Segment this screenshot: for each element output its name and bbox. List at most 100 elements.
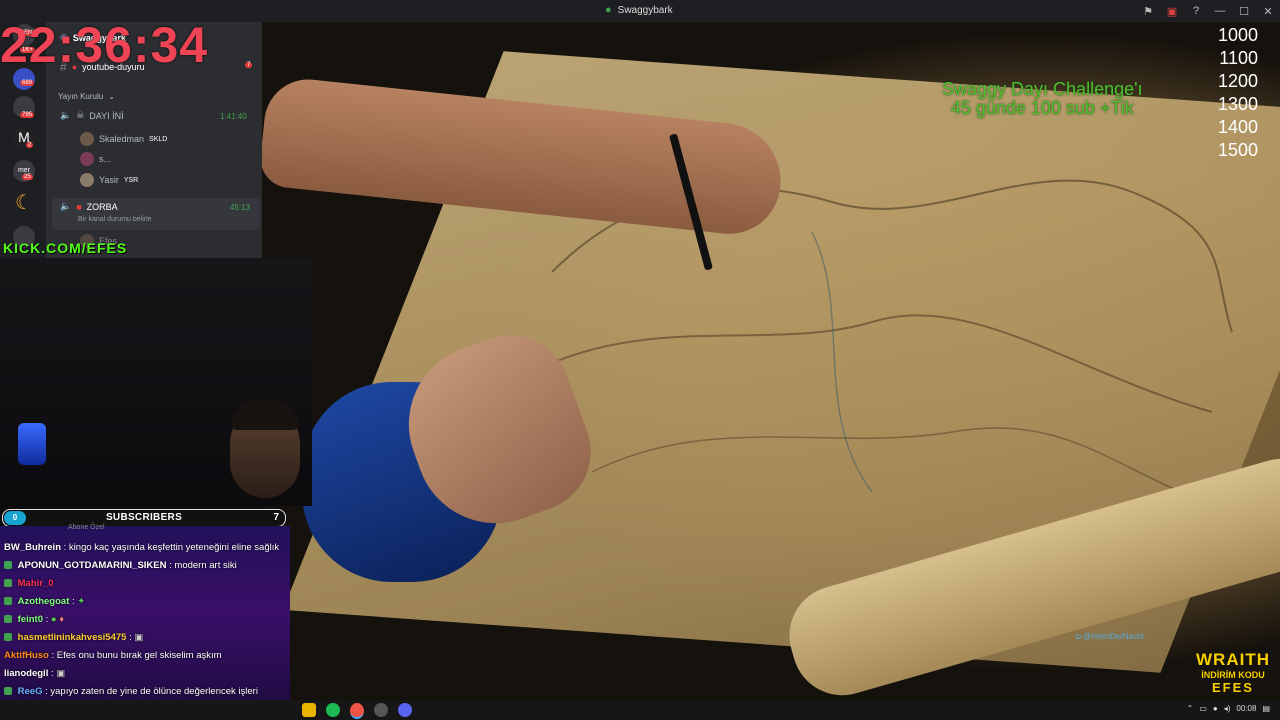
- goal-item: 1400: [1217, 117, 1258, 137]
- subscribers-goal: 7: [273, 512, 279, 523]
- chat-username: lianodegil: [4, 668, 49, 679]
- voice-member[interactable]: Yasir YSR: [80, 173, 138, 187]
- goal-item: 1000: [1217, 25, 1258, 45]
- voice-member[interactable]: Skaledman SKLD: [80, 132, 167, 146]
- emote-icon: ●: [50, 614, 57, 625]
- chat-text: :: [72, 596, 75, 607]
- chat-message: Azothegoat : ✦: [4, 596, 85, 607]
- voice-channel[interactable]: 🔈 ☠ DAYI İNİ: [60, 110, 124, 121]
- chat-username: AktifHuso: [4, 650, 49, 661]
- credit-text: HelmDerNacht: [1091, 632, 1144, 641]
- discord-icon[interactable]: [398, 703, 412, 717]
- guild-badge: 689: [20, 80, 35, 86]
- window-title: ● Swaggybark: [605, 4, 673, 16]
- chat-message: APONUN_GOTDAMARINI_SIKEN : modern art si…: [4, 560, 237, 571]
- voice-channel-name: DAYI İNİ: [89, 110, 124, 121]
- blue-light: [18, 423, 46, 465]
- chat-text: : yapıyo zaten de yine de ölünce değerle…: [45, 686, 258, 697]
- chat-username: Mahir_0: [17, 578, 54, 589]
- chat-message: hasmetlininkahvesi5475 : ▣: [4, 632, 143, 643]
- member-name: Yasir: [99, 175, 119, 185]
- sword-badge-icon: [4, 561, 12, 570]
- spotify-icon[interactable]: [326, 703, 340, 717]
- emote-icon: ▣: [134, 632, 144, 643]
- emote-icon: ▣: [56, 668, 66, 679]
- help-icon[interactable]: ?: [1184, 0, 1208, 22]
- member-tag: SKLD: [149, 135, 168, 143]
- challenge-line2: 45 günde 100 sub +Tik: [950, 98, 1134, 118]
- emote-icon: ♦: [59, 614, 65, 625]
- voice-channel-name: ZORBA: [86, 201, 118, 212]
- volume-icon[interactable]: ◂): [1224, 704, 1231, 713]
- member-name: s...: [99, 154, 112, 164]
- guild-badge: 25: [22, 174, 33, 180]
- avatar: [80, 173, 94, 187]
- screen-icon[interactable]: ▣: [1160, 0, 1184, 22]
- chrome-icon[interactable]: [350, 703, 364, 719]
- category-header[interactable]: Yayın Kurulu ⌄: [58, 92, 115, 101]
- channel-badge: 7: [245, 62, 253, 68]
- emote-icon: ✦: [77, 596, 86, 607]
- category-name: Yayın Kurulu: [58, 92, 104, 101]
- moon-guild-icon[interactable]: ☾: [13, 192, 35, 214]
- mic-icon[interactable]: ●: [1213, 704, 1218, 713]
- challenge-line1: Swaggy Dayı Challenge'ı: [942, 79, 1143, 99]
- chat-text: : kingo kaç yaşında keşfettin yeteneğini…: [63, 542, 280, 553]
- stream-video: Swaggy Dayı Challenge'ı 45 günde 100 sub…: [262, 22, 1280, 700]
- chat-username: Azothegoat: [17, 596, 70, 607]
- chat-username: hasmetlininkahvesi5475: [17, 632, 127, 643]
- sword-badge-icon: [4, 579, 12, 588]
- window-title-text: Swaggybark: [617, 4, 673, 16]
- taskbar-clock[interactable]: 00:08: [1236, 704, 1256, 713]
- obs-icon[interactable]: [374, 703, 388, 717]
- chat-text: :: [50, 668, 54, 679]
- window-controls: ⚑ ▣ ? — ☐ ✕: [1136, 0, 1280, 22]
- sword-badge-icon: [4, 633, 12, 642]
- stream-clock: 22:36:34: [0, 17, 209, 73]
- chevron-down-icon: ⌄: [108, 92, 115, 101]
- avatar: [80, 132, 94, 146]
- voice-member[interactable]: s...: [80, 152, 111, 166]
- webcam-feed: [0, 258, 312, 506]
- chat-username: feint0: [17, 614, 43, 625]
- discord-logo-icon: ●: [605, 4, 612, 16]
- goal-item: 1300: [1217, 94, 1258, 114]
- voice-channel-timer: 45:13: [230, 203, 251, 212]
- sword-badge-icon: [4, 615, 12, 624]
- goal-list: 1000 1100 1200 1300 1400 1500: [1218, 24, 1258, 162]
- chat-username: BW_Buhrein: [4, 542, 61, 553]
- chat-text: :: [45, 614, 49, 625]
- minimize-button[interactable]: —: [1208, 0, 1232, 22]
- notifications-icon[interactable]: ▤: [1262, 704, 1270, 713]
- maximize-button[interactable]: ☐: [1232, 0, 1256, 22]
- chat-message: Mahir_0: [4, 578, 54, 589]
- speaker-icon: 🔈: [60, 110, 72, 120]
- sponsor-code: EFES: [1212, 680, 1254, 695]
- chat-text: : modern art siki: [169, 560, 237, 571]
- network-icon[interactable]: ▭: [1199, 704, 1207, 713]
- chat-overlay: Abone Özel BW_Buhrein : kingo kaç yaşınd…: [0, 524, 290, 700]
- close-button[interactable]: ✕: [1256, 0, 1280, 22]
- inbox-icon[interactable]: ⚑: [1136, 0, 1160, 22]
- member-name: Skaledman: [99, 134, 145, 144]
- subscribers-bar: 0 SUBSCRIBERS 7: [2, 509, 286, 527]
- challenge-text: Swaggy Dayı Challenge'ı 45 günde 100 sub…: [942, 80, 1143, 118]
- subscriber-sub-label: Abone Özel: [68, 524, 105, 531]
- chat-username: ReeG: [17, 686, 43, 697]
- file-explorer-icon[interactable]: [302, 703, 316, 717]
- voice-channel-timer: 1:41:40: [220, 112, 247, 121]
- channel-status[interactable]: Bir kanal durumu belirle: [78, 216, 152, 223]
- system-tray: ⌃ ▭ ● ◂) 00:08 ▤: [1187, 704, 1270, 713]
- chat-message: ReeG : yapıyo zaten de yine de ölünce de…: [4, 686, 258, 697]
- voice-channel[interactable]: 🔈 ■ ZORBA: [60, 201, 118, 212]
- speaker-icon: 🔈: [60, 201, 72, 211]
- chat-username: APONUN_GOTDAMARINI_SIKEN: [17, 560, 167, 571]
- sword-badge-icon: [4, 597, 12, 606]
- sponsor-banner: WRAITH İNDİRİM KODU EFES: [1196, 650, 1270, 695]
- member-tag: YSR: [123, 176, 139, 184]
- sword-badge-icon: [4, 687, 12, 696]
- chat-message: lianodegil : ▣: [4, 668, 65, 679]
- chevron-up-icon[interactable]: ⌃: [1187, 704, 1194, 713]
- artist-credit: ◘ @HelmDerNacht: [1076, 632, 1144, 641]
- chat-message: feint0 : ● ♦: [4, 614, 64, 625]
